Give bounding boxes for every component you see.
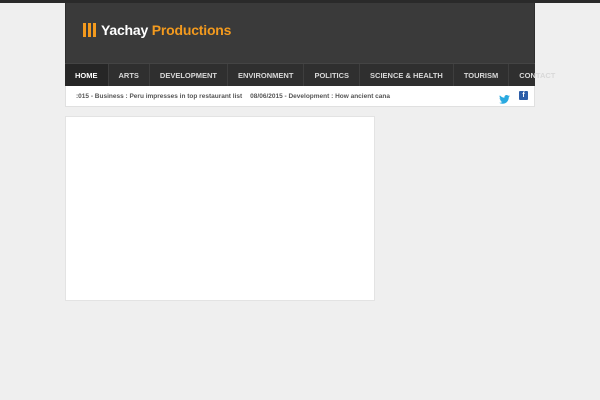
nav-item-development[interactable]: Development <box>150 64 229 86</box>
nav-item-arts[interactable]: Arts <box>109 64 150 86</box>
logo-text: Yachay Productions <box>101 22 231 38</box>
main-navigation: Home Arts Development Environment Politi… <box>65 63 555 86</box>
news-ticker: :015 - Business : Peru impresses in top … <box>65 86 535 107</box>
facebook-icon[interactable]: f <box>519 91 528 100</box>
site-wrapper: Yachay Productions Home Arts Development… <box>65 3 555 107</box>
twitter-icon[interactable] <box>499 91 510 104</box>
nav-item-politics[interactable]: Politics <box>304 64 361 86</box>
social-links: f <box>499 91 528 104</box>
ticker-item[interactable]: :015 - Business : Peru impresses in top … <box>76 93 242 100</box>
ticker-items: :015 - Business : Peru impresses in top … <box>66 93 390 100</box>
nav-item-environment[interactable]: Environment <box>228 64 305 86</box>
logo-name-primary: Yachay <box>101 22 149 38</box>
nav-item-tourism[interactable]: Tourism <box>454 64 510 86</box>
site-logo[interactable]: Yachay Productions <box>83 22 231 38</box>
nav-item-science-health[interactable]: Science & Health <box>360 64 454 86</box>
site-header: Yachay Productions <box>65 3 535 63</box>
main-content-panel <box>65 116 375 301</box>
logo-bars-icon <box>83 23 96 37</box>
nav-item-contact[interactable]: Contact <box>509 64 565 86</box>
logo-name-accent: Productions <box>151 22 232 38</box>
ticker-item[interactable]: 08/06/2015 - Development : How ancient c… <box>250 93 390 100</box>
nav-item-home[interactable]: Home <box>65 64 109 86</box>
